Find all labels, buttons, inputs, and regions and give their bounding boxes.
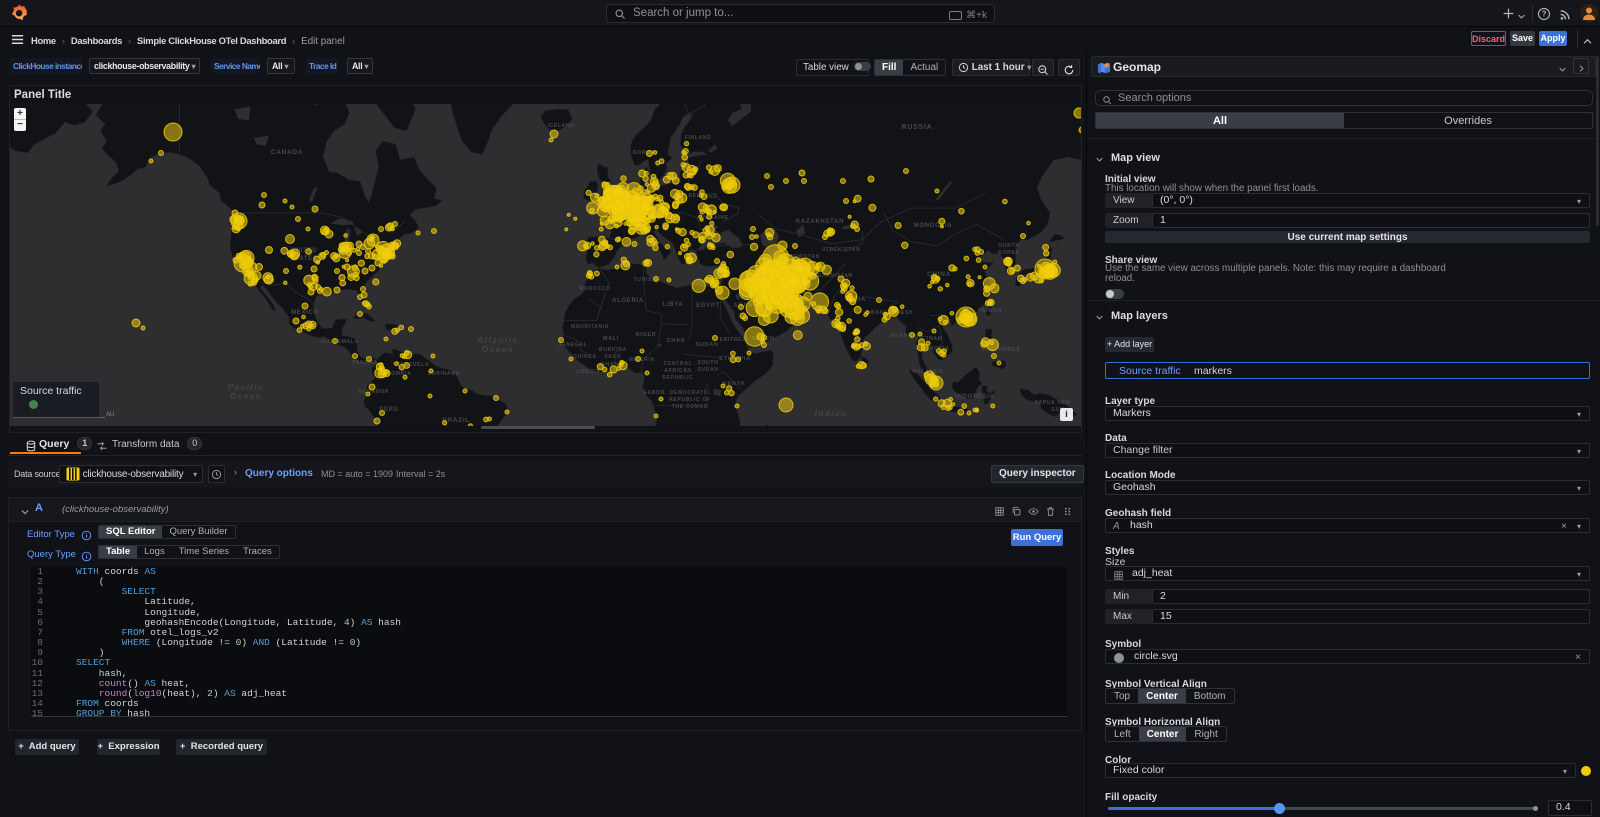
- svg-text:TAIWAN: TAIWAN: [978, 308, 1002, 314]
- svg-text:PANAMA: PANAMA: [352, 360, 378, 366]
- svg-text:MAURITANIA: MAURITANIA: [571, 324, 609, 330]
- svg-text:ICELAND: ICELAND: [547, 123, 574, 129]
- svg-text:UKRAINE: UKRAINE: [701, 215, 729, 221]
- svg-text:NIGER: NIGER: [636, 332, 657, 338]
- svg-text:MALI: MALI: [603, 336, 619, 342]
- svg-text:BURKINA: BURKINA: [599, 347, 627, 353]
- svg-text:CHAD: CHAD: [667, 338, 686, 344]
- svg-text:EGYPT: EGYPT: [696, 303, 720, 309]
- svg-text:RUSSIA: RUSSIA: [902, 124, 933, 131]
- svg-text:ALGERIA: ALGERIA: [612, 298, 644, 304]
- svg-text:GUINEA: GUINEA: [573, 354, 597, 360]
- svg-text:FINLAND: FINLAND: [685, 135, 712, 141]
- svg-text:PAPUA NEW: PAPUA NEW: [1035, 400, 1071, 406]
- svg-text:ECUADOR: ECUADOR: [359, 389, 389, 395]
- svg-text:LIBERIA: LIBERIA: [576, 369, 601, 375]
- svg-text:KAZAKHSTAN: KAZAKHSTAN: [796, 219, 844, 225]
- svg-text:Atlantic: Atlantic: [476, 336, 518, 345]
- svg-text:SENEGAL: SENEGAL: [558, 342, 587, 348]
- svg-text:SUDAN: SUDAN: [697, 367, 718, 373]
- svg-text:GABON: GABON: [643, 390, 665, 396]
- svg-text:GUATEMALA: GUATEMALA: [321, 339, 359, 345]
- svg-text:DEMOCRATIC: DEMOCRATIC: [670, 390, 711, 396]
- svg-text:Indian: Indian: [815, 409, 848, 418]
- svg-text:CENTRAL: CENTRAL: [664, 361, 693, 367]
- svg-text:UZBEKISTAN: UZBEKISTAN: [822, 247, 861, 253]
- svg-text:?: ?: [1542, 9, 1547, 18]
- svg-text:MEXICO: MEXICO: [291, 310, 319, 316]
- svg-text:KOREA: KOREA: [998, 250, 1020, 256]
- svg-text:INDONESIA: INDONESIA: [955, 394, 995, 400]
- svg-text:CANADA: CANADA: [271, 149, 303, 156]
- svg-text:AFRICAN: AFRICAN: [664, 368, 691, 374]
- svg-text:Pacific: Pacific: [228, 383, 264, 392]
- svg-text:REPUBLIC OF: REPUBLIC OF: [669, 397, 711, 403]
- svg-text:SOUTH: SOUTH: [698, 360, 719, 366]
- svg-text:SUDAN: SUDAN: [695, 342, 718, 348]
- svg-text:Ocean: Ocean: [230, 392, 262, 401]
- svg-text:MONGOLIA: MONGOLIA: [914, 223, 953, 229]
- svg-text:REPUBLIC: REPUBLIC: [662, 375, 693, 381]
- svg-text:NORTH: NORTH: [998, 243, 1019, 249]
- svg-text:MOROCCO: MOROCCO: [579, 286, 611, 292]
- svg-text:NIGERIA: NIGERIA: [629, 357, 655, 363]
- svg-text:ERITREA: ERITREA: [720, 337, 747, 343]
- svg-text:THE CONGO: THE CONGO: [672, 404, 709, 410]
- svg-text:FASO: FASO: [605, 354, 621, 360]
- svg-text:KENYA: KENYA: [723, 381, 745, 387]
- svg-text:LIBYA: LIBYA: [663, 302, 684, 308]
- svg-text:Ocean: Ocean: [482, 345, 514, 354]
